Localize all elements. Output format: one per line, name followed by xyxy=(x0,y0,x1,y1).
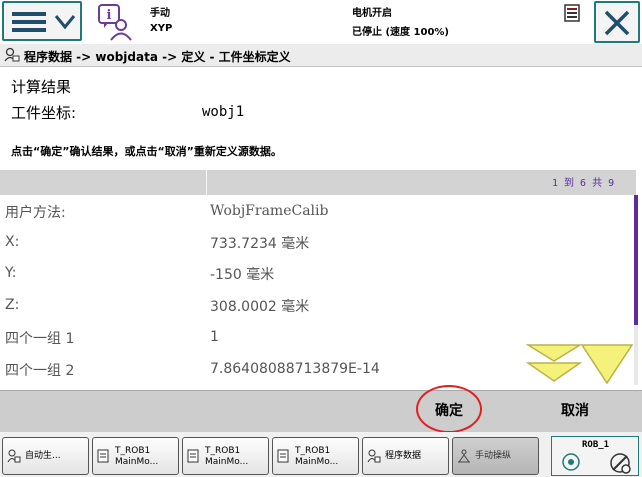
mode-label: 手动 xyxy=(150,8,170,19)
task-label: T_ROB1 MainMo... xyxy=(115,446,159,467)
scroll-down-icon[interactable] xyxy=(580,343,634,385)
close-icon xyxy=(604,10,630,36)
document-icon[interactable] xyxy=(564,4,580,22)
row-value[interactable]: -150 毫米 xyxy=(210,264,274,284)
task-program-data[interactable]: 程序数据 xyxy=(362,437,449,475)
instruction-text: 点击“确定”确认结果，或点击“取消”重新定义源数据。 xyxy=(11,145,282,158)
motor-status: 电机开启 xyxy=(352,8,392,19)
result-heading: 计算结果 xyxy=(11,78,72,96)
hamburger-icon xyxy=(12,12,46,32)
module-icon xyxy=(187,449,199,463)
column-separator xyxy=(206,170,207,195)
table-header xyxy=(0,170,636,195)
robot-joint-icon xyxy=(562,453,580,471)
close-button[interactable] xyxy=(594,1,640,43)
row-label[interactable]: 四个一组 1 xyxy=(5,328,74,348)
breadcrumb: 程序数据 -> wobjdata -> 定义 - 工件坐标定义 xyxy=(24,50,291,64)
robot-name: ROB_1 xyxy=(582,440,610,450)
row-label[interactable]: 用户方法: xyxy=(5,202,66,222)
row-label[interactable]: 四个一组 2 xyxy=(5,360,74,380)
program-data-icon xyxy=(7,449,21,463)
scrollbar-thumb[interactable] xyxy=(634,195,638,325)
task-label: 程序数据 xyxy=(385,451,422,461)
task-jogging[interactable]: 手动操纵 xyxy=(452,437,539,475)
task-rob1-a[interactable]: T_ROB1 MainMo... xyxy=(92,437,179,475)
task-autogen[interactable]: 自动生... xyxy=(2,437,89,475)
row-count: 1 到 6 共 9 xyxy=(552,178,615,189)
row-value[interactable]: 733.7234 毫米 xyxy=(210,233,309,253)
task-label: T_ROB1 MainMo... xyxy=(205,446,249,467)
task-label: 自动生... xyxy=(25,451,61,461)
wobj-value: wobj1 xyxy=(202,104,245,120)
ok-highlight-circle xyxy=(416,385,482,433)
module-icon xyxy=(97,449,109,463)
row-value[interactable]: 1 xyxy=(210,329,219,345)
row-label[interactable]: X: xyxy=(5,234,19,250)
run-status: 已停止 (速度 100%) xyxy=(352,27,449,38)
task-rob1-c[interactable]: T_ROB1 MainMo... xyxy=(272,437,359,475)
task-label: 手动操纵 xyxy=(475,451,512,461)
wobj-label: 工件坐标: xyxy=(11,104,77,122)
main-menu-button[interactable] xyxy=(2,1,82,41)
program-data-icon xyxy=(4,47,20,62)
row-label[interactable]: Y: xyxy=(5,265,16,281)
module-icon xyxy=(277,449,289,463)
row-value[interactable]: 308.0002 毫米 xyxy=(210,296,309,316)
info-user-icon[interactable]: i xyxy=(96,3,134,41)
robot-tool-icon xyxy=(610,453,631,474)
task-rob1-b[interactable]: T_ROB1 MainMo... xyxy=(182,437,269,475)
controller-name: XYP xyxy=(150,23,173,34)
svg-text:i: i xyxy=(107,8,112,23)
program-data-icon xyxy=(367,449,381,463)
robot-status-panel[interactable]: ROB_1 xyxy=(551,436,639,476)
row-label[interactable]: Z: xyxy=(5,297,19,313)
cancel-button[interactable]: 取消 xyxy=(530,390,620,432)
row-value[interactable]: 7.86408088713879E-14 xyxy=(210,361,380,377)
task-label: T_ROB1 MainMo... xyxy=(295,446,339,467)
scroll-page-down-icon[interactable] xyxy=(526,343,582,383)
row-value[interactable]: WobjFrameCalib xyxy=(210,203,328,219)
chevron-down-icon xyxy=(54,15,76,30)
jogging-icon xyxy=(458,449,470,463)
